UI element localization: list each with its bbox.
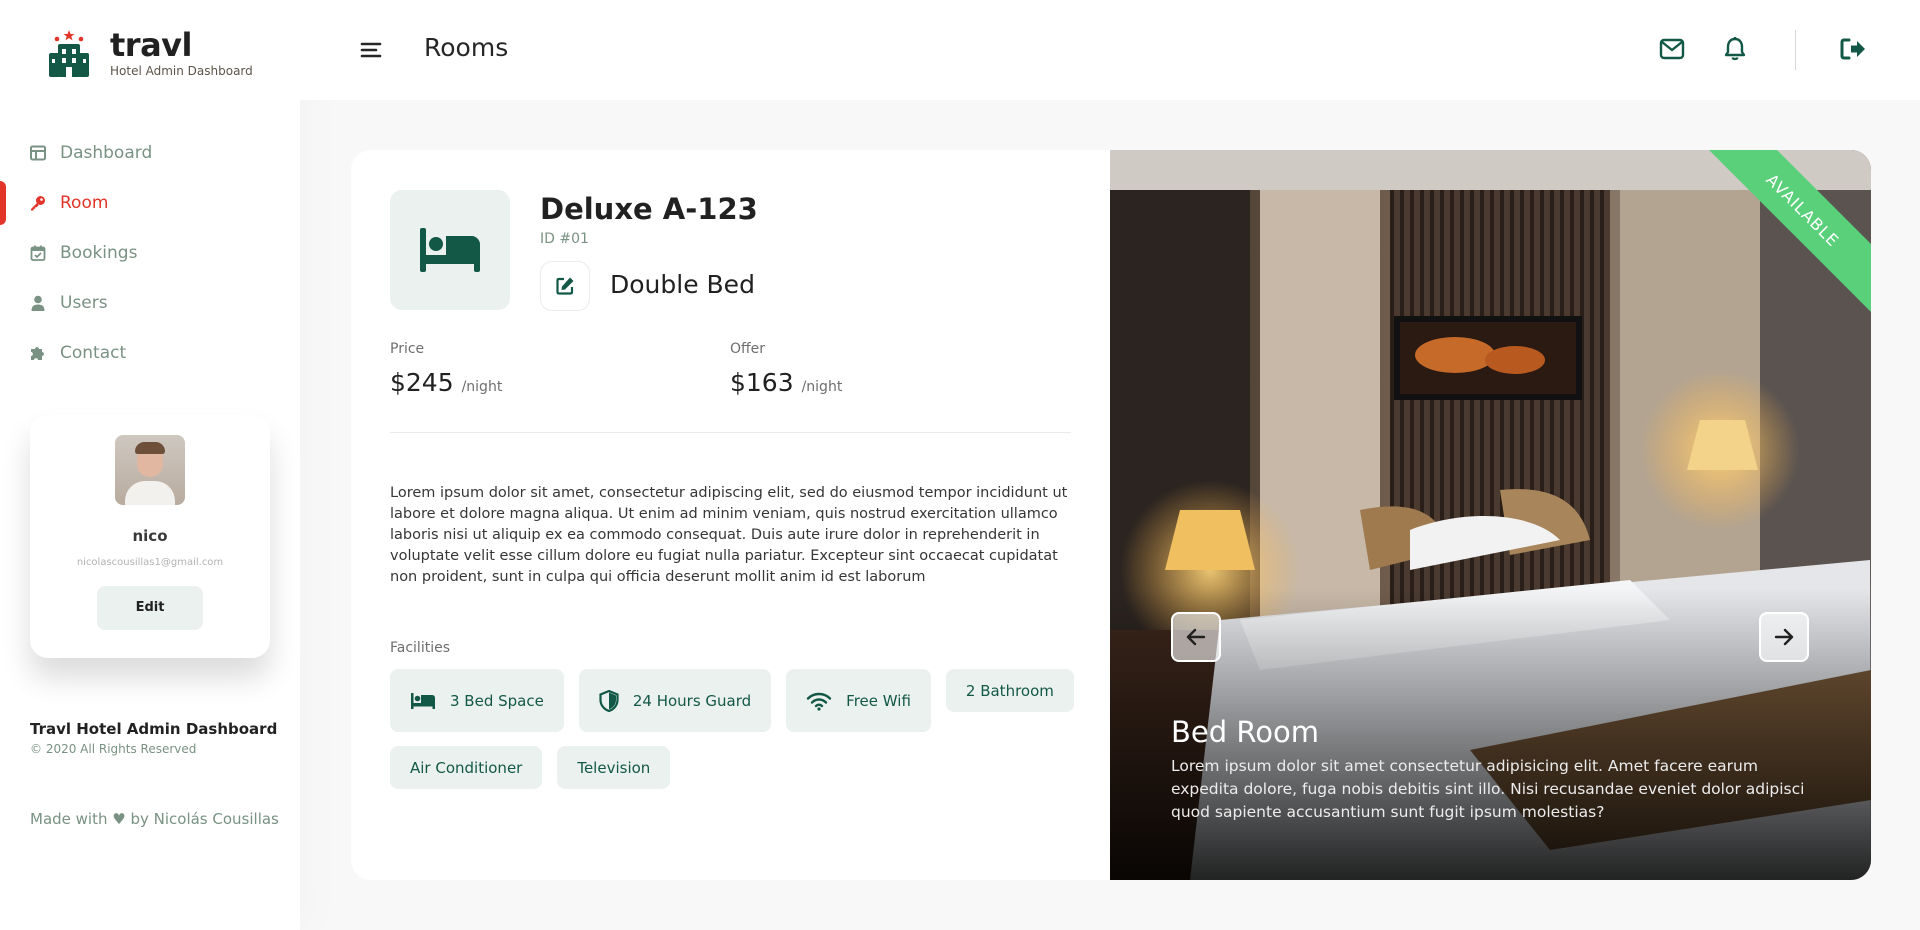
- facility-label: Air Conditioner: [410, 758, 523, 777]
- facilities-list: 3 Bed Space 24 Hours Guard Free Wifi 2 B…: [390, 669, 1090, 789]
- logout-icon[interactable]: [1838, 34, 1868, 64]
- shield-icon: [599, 689, 619, 712]
- sidebar-item-label: Users: [60, 293, 108, 313]
- facility-label: 2 Bathroom: [965, 681, 1054, 700]
- arrow-right-icon: [1774, 628, 1794, 646]
- sidebar-item-label: Contact: [60, 343, 127, 363]
- calendar-check-icon: [30, 245, 46, 261]
- sidebar-item-label: Room: [60, 193, 109, 213]
- footer-title: Travl Hotel Admin Dashboard: [30, 720, 278, 738]
- avatar: [115, 435, 185, 505]
- price-value: $245 /night: [390, 368, 502, 397]
- user-email: nicolascousillas1@gmail.com: [76, 557, 224, 568]
- arrow-left-icon: [1186, 628, 1206, 646]
- prev-slide-button[interactable]: [1171, 612, 1221, 662]
- puzzle-icon: [30, 345, 46, 361]
- brand-subtitle: Hotel Admin Dashboard: [110, 64, 253, 78]
- sidebar-item-label: Dashboard: [60, 143, 153, 163]
- bed-type: Double Bed: [610, 270, 755, 299]
- bell-icon[interactable]: [1720, 34, 1750, 64]
- facility-chip: Air Conditioner: [390, 746, 543, 789]
- sidebar-item-label: Bookings: [60, 243, 138, 263]
- edit-room-button[interactable]: [540, 261, 590, 311]
- room-photo-slider: AVAILABLE Bed Room Lorem ipsum dolor sit…: [1110, 150, 1871, 880]
- next-slide-button[interactable]: [1759, 612, 1809, 662]
- bed-icon: [390, 190, 510, 310]
- room-detail-card: Deluxe A-123 ID #01 Double Bed Price $24…: [351, 150, 1871, 880]
- room-name: Deluxe A-123: [540, 192, 758, 226]
- hotel-logo-icon: [48, 29, 90, 77]
- offer-per-night: /night: [801, 379, 843, 395]
- room-description: Lorem ipsum dolor sit amet, consectetur …: [390, 485, 1068, 585]
- bed-icon: [410, 692, 436, 710]
- footer-copyright: © 2020 All Rights Reserved: [30, 742, 197, 756]
- photo-title: Bed Room: [1171, 715, 1319, 749]
- header-divider: [1795, 30, 1796, 70]
- footer-made-with: Made with ♥ by Nicolás Cousillas: [30, 810, 279, 828]
- facility-label: Free Wifi: [846, 691, 911, 710]
- facility-label: Television: [577, 758, 651, 777]
- offer-value: $163 /night: [730, 368, 842, 397]
- facility-chip: 2 Bathroom: [945, 669, 1074, 712]
- user-icon: [30, 295, 46, 311]
- photo-description: Lorem ipsum dolor sit amet consectetur a…: [1171, 757, 1805, 821]
- sidebar-item-users[interactable]: Users: [0, 278, 300, 328]
- sidebar-item-room[interactable]: Room: [0, 178, 300, 228]
- sidebar-menu: Dashboard Room Bookings Users Contact: [0, 128, 300, 378]
- logo[interactable]: travl Hotel Admin Dashboard: [48, 28, 253, 78]
- edit-profile-button[interactable]: Edit: [97, 586, 203, 630]
- offer-label: Offer: [730, 341, 766, 357]
- user-card: nico nicolascousillas1@gmail.com Edit: [30, 415, 270, 658]
- top-header: Rooms: [300, 0, 1920, 100]
- divider: [390, 432, 1071, 433]
- room-id: ID #01: [540, 231, 589, 247]
- facility-label: 24 Hours Guard: [632, 691, 752, 710]
- facility-chip: 3 Bed Space: [390, 669, 564, 732]
- price-per-night: /night: [461, 379, 503, 395]
- sidebar: travl Hotel Admin Dashboard Dashboard Ro…: [0, 0, 300, 930]
- key-icon: [30, 195, 46, 211]
- user-name: nico: [132, 527, 168, 545]
- mail-icon[interactable]: [1657, 34, 1687, 64]
- sidebar-item-contact[interactable]: Contact: [0, 328, 300, 378]
- edit-icon: [556, 277, 574, 295]
- facility-chip: Free Wifi: [786, 669, 931, 732]
- page-title: Rooms: [424, 33, 509, 62]
- facility-label: 3 Bed Space: [450, 691, 544, 710]
- price-amount: $245: [390, 368, 454, 397]
- offer-amount: $163: [730, 368, 794, 397]
- brand-name: travl: [110, 26, 192, 64]
- facilities-label: Facilities: [390, 640, 450, 656]
- sidebar-item-dashboard[interactable]: Dashboard: [0, 128, 300, 178]
- price-label: Price: [390, 341, 425, 357]
- dashboard-icon: [30, 145, 46, 161]
- menu-toggle-icon[interactable]: [360, 36, 384, 64]
- sidebar-item-bookings[interactable]: Bookings: [0, 228, 300, 278]
- wifi-icon: [806, 691, 832, 711]
- facility-chip: 24 Hours Guard: [578, 669, 772, 732]
- facility-chip: Television: [557, 746, 671, 789]
- room-info: Deluxe A-123 ID #01 Double Bed Price $24…: [351, 150, 1110, 880]
